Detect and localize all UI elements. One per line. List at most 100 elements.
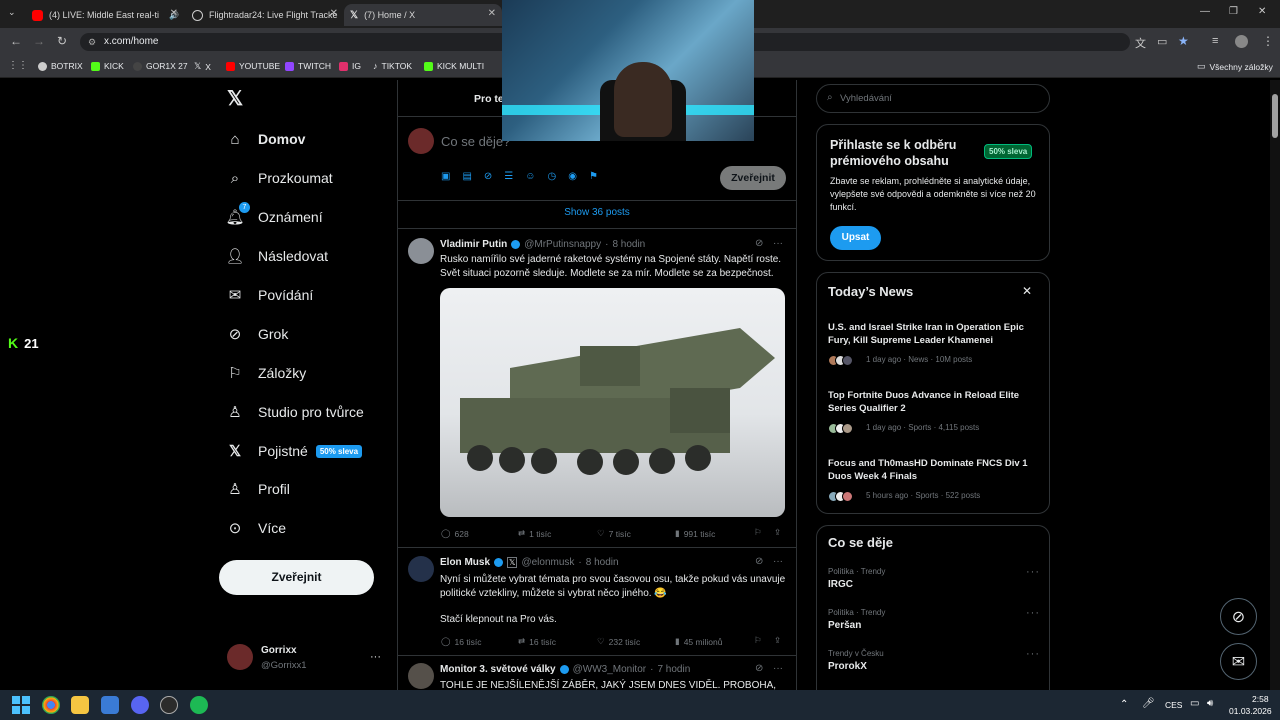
tab-flightradar[interactable]: Flightradar24: Live Flight Tracke ✕ [186,4,344,26]
nav-explore[interactable]: ⌕ Prozkoumat [226,169,333,187]
windows-start-icon[interactable] [12,696,30,714]
more-dots-icon[interactable]: ··· [773,663,783,674]
scrollbar[interactable] [1270,80,1280,690]
discord-icon[interactable] [131,696,149,714]
poll-icon[interactable]: ☰ [504,171,513,182]
trend-name[interactable]: ProrokX [828,661,867,672]
more-dots-icon[interactable]: ··· [1026,648,1040,660]
volume-icon[interactable]: 🔊︎ [1207,698,1213,709]
avatar[interactable] [408,238,434,264]
language-indicator[interactable]: CES [1165,700,1182,710]
chrome-icon[interactable] [42,696,60,714]
nav-bookmarks[interactable]: ⚐ Záložky [226,364,306,382]
bookmark-kick-multi[interactable]: KICK MULTI [424,61,484,71]
close-icon[interactable]: ✕ [170,8,178,19]
monitor-icon[interactable]: ▭ [1190,698,1199,709]
nav-creator-studio[interactable]: ♙ Studio pro tvůrce [226,403,364,421]
minimize-icon[interactable]: — [1200,6,1210,17]
image-icon[interactable]: ▣ [441,171,450,182]
steam-icon[interactable] [160,696,178,714]
flag-icon[interactable]: ⚑ [589,171,598,182]
forward-icon[interactable]: → [33,34,45,48]
avatar[interactable] [227,644,253,670]
clock-date[interactable]: 01.03.2026 [1229,706,1272,716]
share-icon[interactable]: ⇪ [774,635,781,646]
scrollbar-thumb[interactable] [1272,94,1278,138]
all-bookmarks[interactable]: ▭ Všechny záložky [1197,61,1273,72]
bookmark-icon[interactable]: ⚐ [754,527,762,538]
reply-button[interactable]: ◯ 628 [441,528,469,539]
repost-button[interactable]: ⇄ 1 tisíc [518,528,551,539]
microphone-icon[interactable]: 🎤︎ [1142,698,1155,709]
nav-home[interactable]: ⌂ Domov [226,130,305,148]
author-name[interactable]: Elon Musk [440,557,490,568]
views-button[interactable]: ▮ 45 milionů [675,636,722,647]
subscribe-button[interactable]: Upsat [830,226,881,250]
more-dots-icon[interactable]: ··· [773,238,783,249]
timestamp[interactable]: 8 hodin [612,239,645,250]
composer-input[interactable]: Co se děje? [441,134,510,149]
translate-icon[interactable]: 文 [1135,35,1146,51]
timestamp[interactable]: 8 hodin [586,557,619,568]
install-icon[interactable]: ▭ [1157,35,1167,48]
bookmark-botrix[interactable]: BOTRIX [38,61,83,71]
close-icon[interactable]: ✕ [330,8,338,19]
show-new-posts[interactable]: Show 36 posts [397,207,797,218]
tab-youtube[interactable]: (4) LIVE: Middle East real-ti 🔊 ✕ [26,4,184,26]
reply-button[interactable]: ◯ 16 tisíc [441,636,481,647]
author-handle[interactable]: @MrPutinsnappy [524,239,601,250]
views-button[interactable]: ▮ 991 tisíc [675,528,715,539]
like-button[interactable]: ♡ 7 tisíc [597,528,631,539]
post-button[interactable]: Zveřejnit [219,560,374,595]
x-logo-icon[interactable]: 𝕏 [227,86,243,111]
trend-name[interactable]: Peršan [828,620,861,631]
star-icon[interactable]: ★ [1178,34,1189,48]
grok-icon[interactable]: ⊘ [755,556,763,567]
bookmark-youtube[interactable]: YOUTUBE [226,61,280,71]
close-icon[interactable]: ✕ [488,8,496,19]
tab-x-home[interactable]: 𝕏 (7) Home / X ✕ [344,4,502,26]
nav-follow[interactable]: 👤︎ Následovat [225,247,328,265]
nav-grok[interactable]: ⊘ Grok [226,325,289,343]
bookmark-twitch[interactable]: TWITCH [285,61,331,71]
site-info-icon[interactable]: ⚙ [88,33,96,51]
share-icon[interactable]: ⇪ [774,527,781,538]
trend-name[interactable]: IRGC [828,579,853,590]
window-close-icon[interactable]: ✕ [1258,6,1266,17]
bookmark-tiktok[interactable]: ♪ TIKTOK [373,61,412,71]
author-handle[interactable]: @elonmusk [521,557,574,568]
emoji-icon[interactable]: ☺ [525,171,535,182]
restore-icon[interactable]: ❐ [1229,6,1238,17]
nav-messages[interactable]: ✉ Povídání [226,286,314,304]
nav-premium[interactable]: 𝕏 Pojistné 50% sleva [226,442,363,460]
more-dots-icon[interactable]: ··· [1026,607,1040,619]
bookmark-gor1x[interactable]: GOR1X 27 [133,61,188,71]
messages-float-button[interactable]: ✉ [1220,643,1257,680]
avatar[interactable] [408,556,434,582]
author-name[interactable]: Vladimir Putin [440,239,507,250]
back-icon[interactable]: ← [10,34,22,48]
author-name[interactable]: Monitor 3. světové války [440,664,556,675]
tab-search-chevron-icon[interactable]: ⌄ [8,7,16,18]
search-input[interactable]: ⌕ Vyhledávání [816,84,1050,113]
kebab-menu-icon[interactable]: ⋮ [1262,34,1274,48]
location-icon[interactable]: ◉ [568,171,577,182]
more-dots-icon[interactable]: ··· [1026,566,1040,578]
bookmark-x[interactable]: 𝕏X [194,61,211,72]
grok-icon[interactable]: ⊘ [755,663,763,674]
avatar[interactable] [408,663,434,689]
close-icon[interactable]: ✕ [1022,284,1032,298]
tweet-image[interactable] [440,288,785,517]
file-explorer-icon[interactable] [71,696,89,714]
repost-button[interactable]: ⇄ 16 tisíc [518,636,556,647]
like-button[interactable]: ♡ 232 tisíc [597,636,640,647]
author-handle[interactable]: @WW3_Monitor [573,664,647,675]
reload-icon[interactable]: ↻ [57,34,67,48]
bookmark-ig[interactable]: IG [339,61,361,71]
bookmark-icon[interactable]: ⚐ [754,635,762,646]
apps-grid-icon[interactable]: ⋮⋮ [8,60,28,71]
more-dots-icon[interactable]: ··· [370,651,381,663]
news-headline[interactable]: Top Fortnite Duos Advance in Reload Elit… [828,389,1038,415]
profile-avatar-icon[interactable] [1235,35,1248,48]
grok-icon[interactable]: ⊘ [484,171,492,182]
